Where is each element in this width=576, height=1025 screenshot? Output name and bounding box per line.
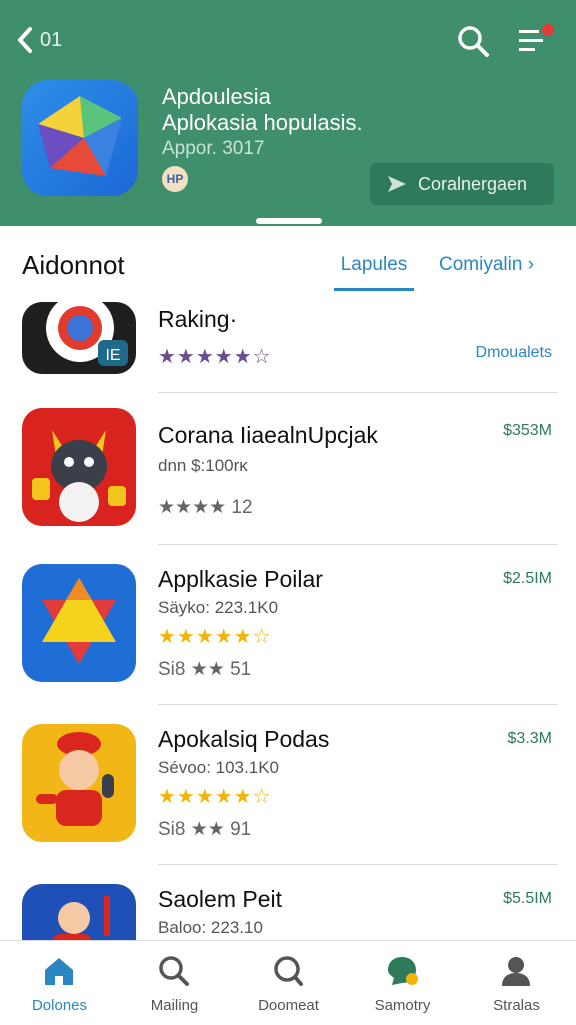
app-price: $5.5IM [503, 890, 552, 907]
app-meta: Säyko: 223.1K0 [158, 598, 279, 617]
rating-summary: Si8 ★★ 51 [158, 659, 252, 680]
bottom-nav: Dolones Mailing Doomeat Samotry Stralas [0, 940, 576, 1025]
nav-item-mailing[interactable]: Mailing [117, 941, 232, 1025]
back-button[interactable]: 01 [16, 24, 62, 56]
back-count: 01 [40, 28, 63, 51]
character-icon [52, 896, 110, 940]
app-name: Raking· [158, 306, 238, 332]
divider [158, 704, 558, 705]
nav-label: Stralas [493, 997, 540, 1014]
developer-badge: HP [162, 166, 188, 192]
nav-item-community[interactable]: Samotry [345, 941, 460, 1025]
app-name: Applkasie Poilar [158, 566, 323, 592]
list-item[interactable]: Applkasie Poilar Säyko: 223.1K0 ★★★★★☆ S… [0, 562, 576, 712]
install-button[interactable]: Coralnergaen [370, 163, 554, 205]
nav-label: Doomeat [258, 997, 319, 1014]
app-icon: IE [22, 302, 136, 374]
app-icon [22, 564, 136, 682]
person-icon [502, 957, 530, 986]
list-item[interactable]: Corana IiaealnUpcjak dnn $:100rĸ ★★★★ 12… [0, 408, 576, 558]
app-name: Apokalsiq Podas [158, 726, 330, 752]
chat-icon [388, 957, 418, 985]
list-item[interactable]: IE Raking· ★★★★★☆ Dmoualets [0, 300, 576, 393]
nav-label: Mailing [150, 997, 199, 1014]
featured-app-meta: Appor. 3017 [162, 138, 265, 159]
divider [158, 392, 558, 393]
rating-stars: ★★★★★☆ [158, 786, 272, 808]
browser-icon: IE [46, 302, 128, 366]
app-list[interactable]: IE Raking· ★★★★★☆ Dmoualets Corana Iiaea… [0, 300, 576, 940]
search-button[interactable] [456, 24, 490, 58]
app-icon [22, 884, 136, 940]
app-meta: dnn $:100rĸ [158, 456, 248, 475]
rating-stars: ★★★★★☆ [158, 626, 272, 648]
install-button-label: Coralnergaen [418, 173, 528, 194]
wolf-character-icon [32, 430, 126, 522]
send-icon [388, 176, 406, 192]
section-title: Aidonnot [22, 250, 125, 280]
app-price: $2.5IM [503, 570, 552, 587]
search-icon [274, 956, 303, 986]
app-meta: Sévoo: 103.1K0 [158, 758, 279, 777]
list-item[interactable]: Saolem Peit Baloo: 223.10 $5.5IM [0, 882, 576, 940]
app-name: Saolem Peit [158, 886, 283, 912]
home-icon [45, 958, 73, 985]
menu-button[interactable] [516, 24, 556, 58]
search-icon [159, 956, 189, 986]
app-name: Corana IiaealnUpcjak [158, 422, 378, 448]
tab-active-indicator [334, 288, 414, 291]
nav-label: Samotry [374, 997, 431, 1014]
nav-item-profile[interactable]: Stralas [459, 941, 574, 1025]
divider [158, 544, 558, 545]
notification-dot [542, 24, 554, 36]
app-icon [22, 408, 136, 526]
chevron-left-icon [18, 27, 32, 53]
rating-summary: Si8 ★★ 91 [158, 819, 252, 840]
star-triangle-icon [42, 578, 116, 664]
svg-text:IE: IE [105, 347, 120, 364]
app-price: $353M [503, 422, 552, 439]
cube-logo-icon [38, 96, 122, 176]
app-icon [22, 724, 136, 842]
app-price: $3.3M [507, 730, 552, 747]
featured-app-subtitle: Aplokasia hopulasis. [162, 110, 363, 135]
rating-stars: ★★★★★☆ [158, 346, 272, 368]
featured-app-icon[interactable] [22, 80, 138, 196]
rating-summary: ★★★★ 12 [158, 497, 253, 518]
nav-item-home[interactable]: Dolones [2, 941, 117, 1025]
downloads-label: Dmoualets [475, 344, 552, 361]
divider [158, 864, 558, 865]
featured-app-title: Apdoulesia [162, 84, 271, 109]
search-icon [458, 26, 489, 57]
tab-community[interactable]: Comiyalin › [439, 254, 534, 276]
tab-popular[interactable]: Lapules [334, 254, 414, 276]
nav-label: Dolones [31, 997, 88, 1014]
drag-handle[interactable] [256, 218, 322, 224]
app-header: 01 Apdoulesia Aplokasia hopulasis. Appor… [0, 0, 576, 226]
app-meta: Baloo: 223.10 [158, 918, 263, 937]
cartoon-boy-icon [36, 732, 114, 826]
nav-item-discover[interactable]: Doomeat [231, 941, 346, 1025]
list-item[interactable]: Apokalsiq Podas Sévoo: 103.1K0 ★★★★★☆ Si… [0, 722, 576, 872]
